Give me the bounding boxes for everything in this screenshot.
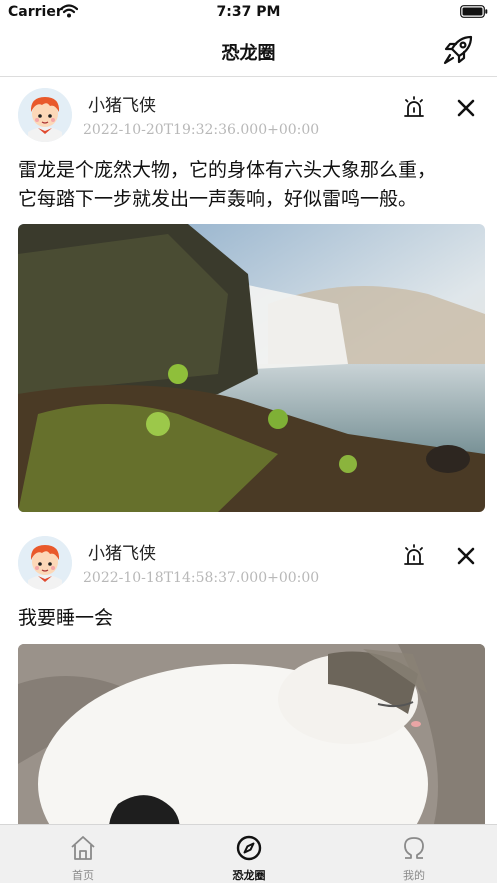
close-icon[interactable] [456, 98, 476, 118]
close-icon[interactable] [456, 546, 476, 566]
tab-label: 恐龙圈 [232, 869, 266, 882]
status-time: 7:37 PM [216, 4, 281, 20]
post-text-line: 我要睡一会 [18, 607, 114, 629]
battery-icon [460, 5, 488, 18]
home-icon [71, 836, 95, 860]
post-text: 雷龙是个庞然大物，它的身体有六头大象那么重， 它每踏下一步就发出一声轰响，好似雷… [18, 156, 483, 214]
tab-label: 首页 [72, 869, 94, 882]
avatar[interactable] [18, 88, 72, 142]
tab-bar: 首页 恐龙圈 我的 [0, 824, 497, 883]
siren-icon[interactable] [402, 95, 426, 119]
post-text: 我要睡一会 [18, 604, 483, 633]
rocket-icon[interactable] [442, 34, 474, 66]
tab-label: 我的 [403, 869, 425, 882]
avatar[interactable] [18, 536, 72, 590]
post-timestamp: 2022-10-20T19:32:36.000+00:00 [83, 122, 320, 138]
cartoon-avatar-icon [18, 88, 72, 142]
tab-home[interactable]: 首页 [0, 825, 166, 883]
post-text-line: 它每踏下一步就发出一声轰响，好似雷鸣一般。 [18, 188, 418, 210]
page-title: 恐龙圈 [221, 43, 276, 64]
omega-icon [404, 837, 424, 859]
post-image[interactable] [18, 644, 485, 824]
post-card: 小猪飞侠 2022-10-20T19:32:36.000+00:00 雷龙是个庞… [0, 78, 497, 526]
siren-icon[interactable] [402, 543, 426, 567]
tab-dinosaur-circle[interactable]: 恐龙圈 [166, 825, 332, 883]
post-image[interactable] [18, 224, 485, 512]
feed-list[interactable]: 小猪飞侠 2022-10-20T19:32:36.000+00:00 雷龙是个庞… [0, 78, 497, 824]
post-card: 小猪飞侠 2022-10-18T14:58:37.000+00:00 我要睡一会 [0, 526, 497, 824]
post-text-line: 雷龙是个庞然大物，它的身体有六头大象那么重， [18, 159, 437, 181]
post-username[interactable]: 小猪飞侠 [88, 539, 156, 564]
nav-bar: 恐龙圈 [0, 26, 497, 77]
cartoon-avatar-icon [18, 536, 72, 590]
post-username[interactable]: 小猪飞侠 [88, 91, 156, 116]
post-timestamp: 2022-10-18T14:58:37.000+00:00 [83, 570, 320, 586]
status-bar: Carrier 7:37 PM [0, 0, 497, 26]
compass-icon [236, 835, 262, 861]
tab-profile[interactable]: 我的 [331, 825, 497, 883]
